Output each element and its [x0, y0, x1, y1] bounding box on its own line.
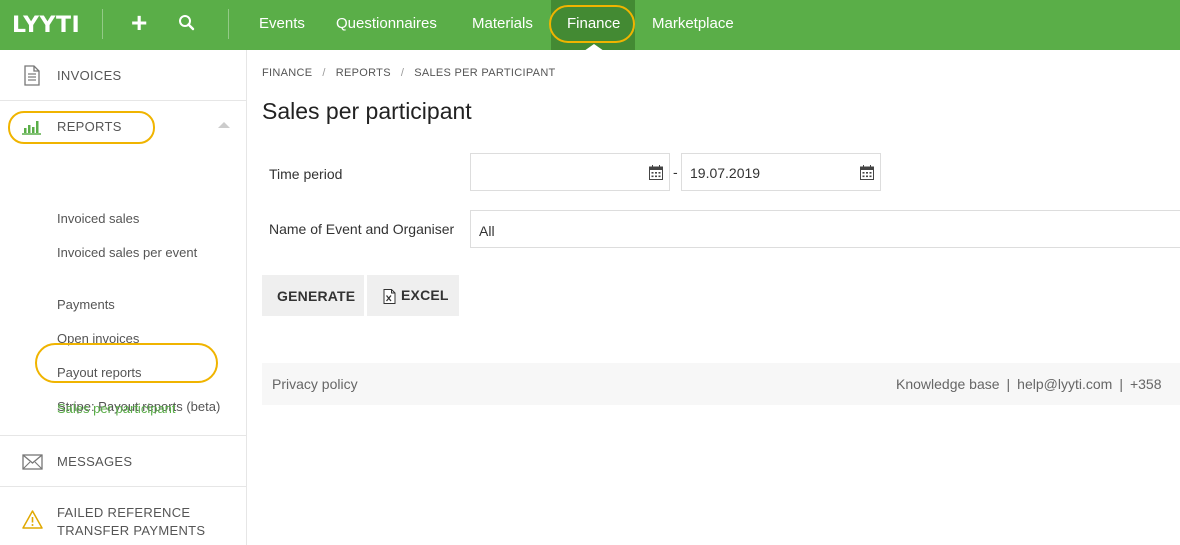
breadcrumb-separator: /	[322, 67, 326, 79]
breadcrumb: FINANCE / REPORTS / SALES PER PARTICIPANT	[262, 67, 556, 79]
sidebar-item-payments[interactable]: Payments	[57, 296, 237, 314]
sidebar-item-invoiced-sales[interactable]: Invoiced sales	[57, 210, 237, 228]
breadcrumb-current: SALES PER PARTICIPANT	[414, 67, 556, 79]
event-organiser-label: Name of Event and Organiser	[269, 221, 455, 237]
nav-marketplace[interactable]: Marketplace	[652, 15, 734, 32]
calendar-icon[interactable]	[649, 165, 663, 183]
sidebar-item-label: FAILED REFERENCE TRANSFER PAYMENTS	[57, 504, 205, 540]
breadcrumb-reports[interactable]: REPORTS	[336, 67, 391, 79]
event-organiser-value: All	[479, 223, 495, 239]
phone-number: +358	[1129, 376, 1162, 392]
footer-separator: |	[1119, 376, 1123, 392]
date-separator: -	[673, 164, 678, 180]
calendar-icon[interactable]	[860, 165, 874, 183]
finance-highlight-circle	[549, 5, 635, 43]
warning-icon	[22, 510, 43, 534]
sidebar-item-invoices[interactable]: INVOICES	[0, 50, 246, 101]
divider	[102, 9, 103, 39]
footer-links: Knowledge base | help@lyyti.com | +358	[896, 376, 1162, 392]
add-icon[interactable]: +	[131, 9, 147, 37]
divider	[228, 9, 229, 39]
time-period-label: Time period	[269, 166, 343, 182]
date-to-field[interactable]: 19.07.2019	[681, 153, 881, 191]
failed-line-1: FAILED REFERENCE	[57, 505, 191, 520]
generate-button[interactable]: GENERATE	[262, 275, 364, 316]
sidebar-item-label: MESSAGES	[57, 454, 133, 469]
top-navbar: LYYTI + Events Questionnaires Materials …	[0, 0, 1180, 51]
sidebar-item-messages[interactable]: MESSAGES	[0, 436, 246, 487]
sidebar-item-label: INVOICES	[57, 68, 122, 83]
nav-questionnaires[interactable]: Questionnaires	[336, 15, 437, 32]
sidebar-item-failed-reference[interactable]: FAILED REFERENCE TRANSFER PAYMENTS	[0, 487, 246, 545]
envelope-icon	[22, 454, 43, 475]
footer: Privacy policy Knowledge base | help@lyyti…	[262, 363, 1180, 405]
help-email-link[interactable]: help@lyyti.com	[1017, 376, 1112, 392]
collapse-caret-icon[interactable]	[218, 122, 230, 128]
footer-separator: |	[1006, 376, 1011, 392]
date-to-value: 19.07.2019	[690, 165, 761, 181]
breadcrumb-separator: /	[400, 67, 405, 79]
excel-label: EXCEL	[401, 287, 449, 303]
failed-line-2: TRANSFER PAYMENTS	[57, 523, 206, 538]
excel-button[interactable]: EXCEL	[367, 275, 459, 316]
excel-file-icon	[383, 289, 396, 307]
sidebar-item-invoiced-sales-per-event[interactable]: Invoiced sales per event	[57, 244, 237, 262]
knowledge-base-link[interactable]: Knowledge base	[896, 376, 1000, 392]
nav-materials[interactable]: Materials	[472, 15, 533, 32]
document-icon	[22, 65, 42, 91]
privacy-policy-link[interactable]: Privacy policy	[272, 376, 358, 392]
active-caret	[584, 44, 604, 51]
nav-events[interactable]: Events	[259, 15, 305, 32]
sidebar-section-reports: REPORTS Invoiced sales Invoiced sales pe…	[0, 101, 246, 436]
lyyti-logo[interactable]: LYYTI	[12, 13, 80, 38]
event-organiser-select[interactable]: All	[470, 210, 1180, 248]
search-icon[interactable]	[178, 14, 196, 37]
reports-highlight-circle	[8, 111, 155, 144]
date-from-field[interactable]	[470, 153, 670, 191]
generate-label: GENERATE	[277, 288, 356, 304]
sales-highlight-circle	[35, 343, 218, 383]
sidebar-item-sales-per-participant[interactable]: Sales per participant	[57, 400, 237, 418]
breadcrumb-finance[interactable]: FINANCE	[262, 67, 312, 79]
page-title: Sales per participant	[262, 98, 472, 124]
